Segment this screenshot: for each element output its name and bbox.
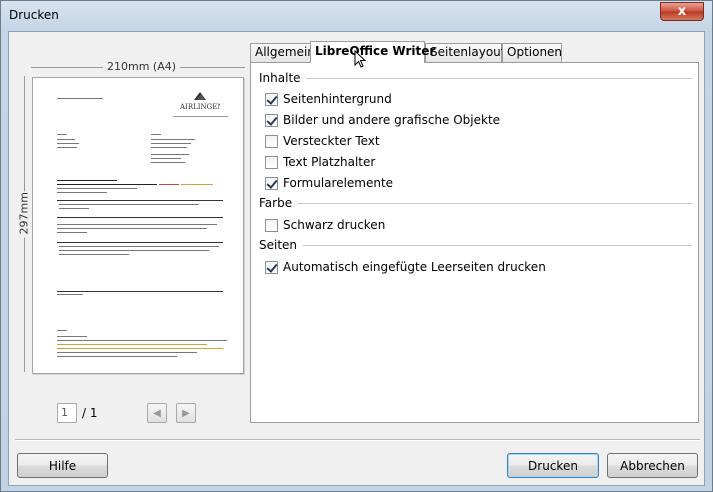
footer-divider (15, 439, 700, 441)
tab-optionen[interactable]: Optionen (502, 43, 562, 62)
page-preview: AIRLINGEN (32, 77, 244, 374)
tab-seitenlayout[interactable]: Seitenlayout (425, 43, 505, 62)
option-text-platzhalter[interactable]: Text Platzhalter (265, 154, 375, 170)
mouse-cursor-icon (354, 50, 366, 68)
option-bilder-grafische-objekte[interactable]: Bilder und andere grafische Objekte (265, 112, 500, 128)
page-total-label: / 1 (82, 406, 98, 420)
checkbox-checked[interactable] (265, 176, 278, 190)
checkbox-unchecked[interactable] (265, 155, 278, 169)
cancel-button[interactable]: Abbrechen (607, 453, 698, 478)
chevron-left-icon: ◀ (153, 407, 161, 419)
section-heading-inhalte: Inhalte (259, 71, 301, 85)
preview-logo: AIRLINGEN (180, 92, 220, 111)
tab-allgemein[interactable]: Allgemein (250, 43, 315, 62)
checkbox-unchecked[interactable] (265, 218, 278, 232)
section-divider (303, 245, 692, 247)
preview-height-dimension: 297mm (17, 76, 31, 372)
title-bar: Drucken x (1, 1, 712, 31)
preview-width-label: 210mm (A4) (103, 60, 181, 73)
option-label: Seitenhintergrund (283, 92, 392, 106)
dialog-client-area: 210mm (A4) 297mm AIRLINGEN 1 / 1 ◀ ▶ All… (8, 31, 705, 486)
window-title: Drucken (9, 8, 59, 22)
preview-height-label: 297mm (17, 191, 31, 238)
option-leerseiten-drucken[interactable]: Automatisch eingefügte Leerseiten drucke… (265, 259, 546, 275)
page-number-input[interactable]: 1 (57, 403, 77, 423)
option-label: Bilder und andere grafische Objekte (283, 113, 501, 127)
section-divider (298, 203, 692, 205)
option-schwarz-drucken[interactable]: Schwarz drucken (265, 217, 385, 233)
option-versteckter-text[interactable]: Versteckter Text (265, 133, 380, 149)
next-page-button[interactable]: ▶ (176, 403, 196, 423)
option-label: Formularelemente (283, 176, 394, 190)
section-heading-seiten: Seiten (259, 238, 298, 252)
option-label: Automatisch eingefügte Leerseiten drucke… (283, 260, 546, 274)
checkbox-checked[interactable] (265, 92, 278, 106)
option-seitenhintergrund[interactable]: Seitenhintergrund (265, 91, 392, 107)
option-label: Schwarz drucken (283, 218, 386, 232)
chevron-right-icon: ▶ (182, 407, 190, 419)
option-label: Versteckter Text (283, 134, 380, 148)
print-dialog-window: Drucken x 210mm (A4) 297mm AIRLINGEN 1 /… (0, 0, 713, 492)
tab-libreoffice-writer[interactable]: LibreOffice Writer (310, 41, 435, 63)
preview-width-dimension: 210mm (A4) (31, 60, 245, 74)
close-icon: x (677, 4, 687, 19)
print-button[interactable]: Drucken (507, 453, 599, 478)
close-button[interactable]: x (660, 2, 704, 21)
page-navigation: 1 / 1 (57, 403, 98, 423)
option-label: Text Platzhalter (283, 155, 376, 169)
help-button[interactable]: Hilfe (17, 453, 108, 478)
preview-logo-text: AIRLINGEN (180, 103, 220, 111)
section-divider (306, 78, 692, 80)
section-heading-farbe: Farbe (259, 196, 293, 210)
checkbox-checked[interactable] (265, 260, 278, 274)
option-formularelemente[interactable]: Formularelemente (265, 175, 393, 191)
tab-panel-libreoffice-writer: Inhalte Seitenhintergrund Bilder und and… (250, 62, 699, 423)
checkbox-checked[interactable] (265, 113, 278, 127)
previous-page-button[interactable]: ◀ (147, 403, 167, 423)
checkbox-unchecked[interactable] (265, 134, 278, 148)
